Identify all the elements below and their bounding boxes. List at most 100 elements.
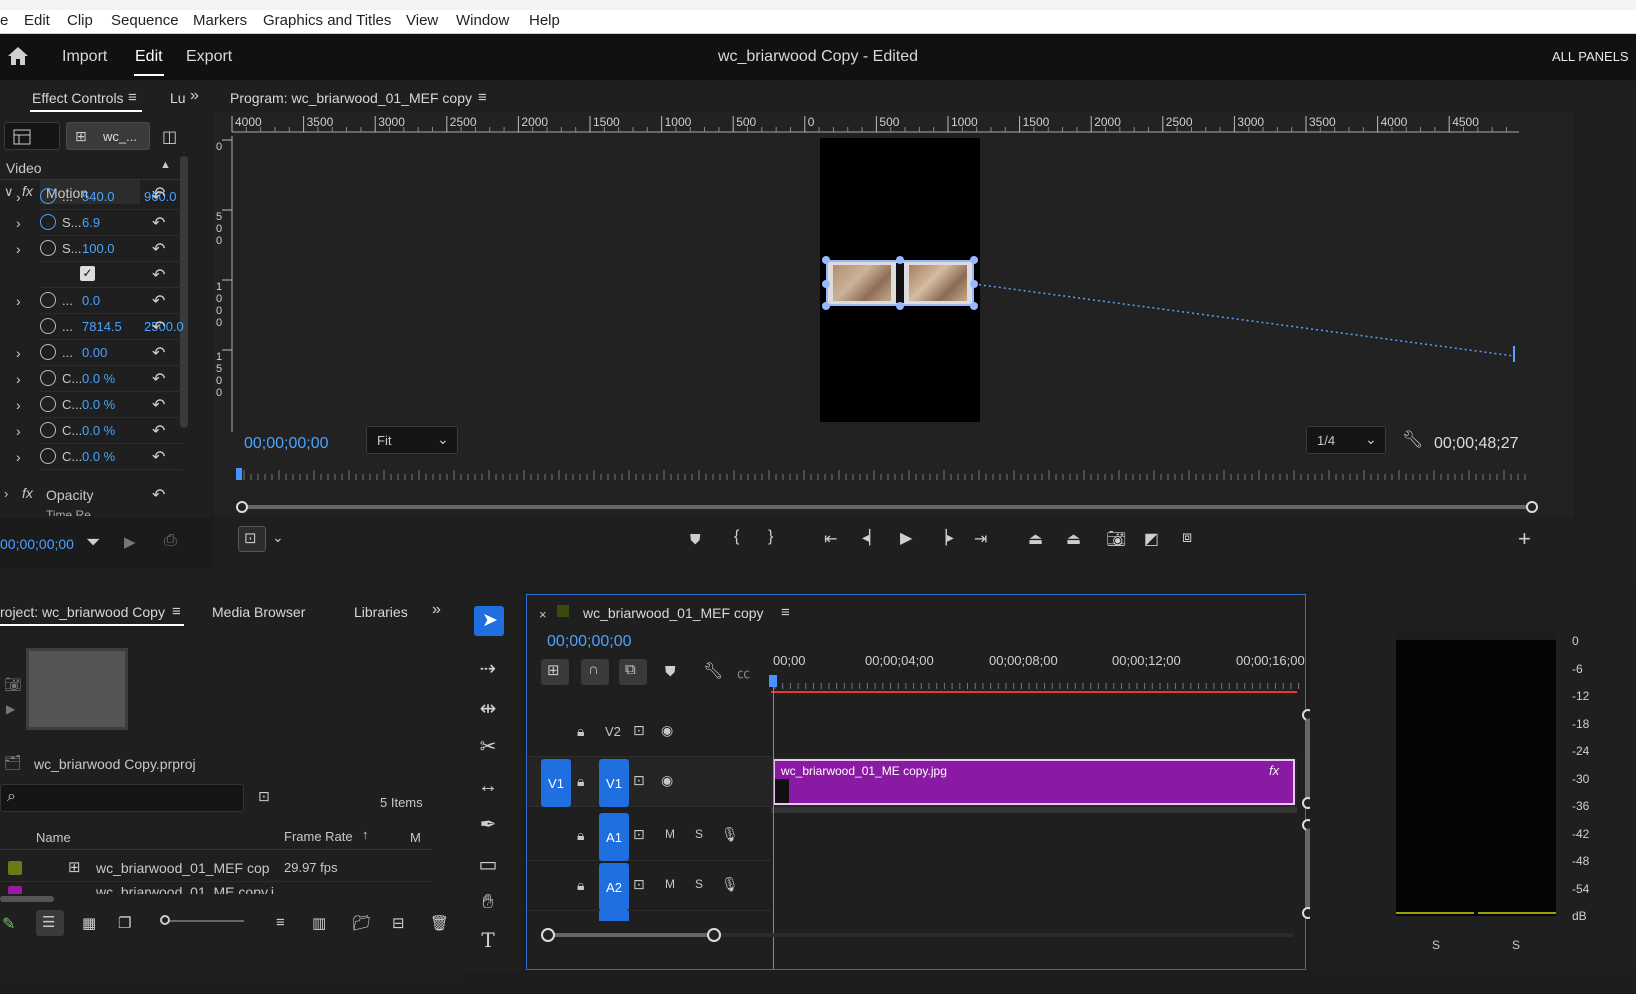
resolution-select[interactable]: 1/4 ⌄ [1306, 426, 1386, 454]
zoom-handle-right[interactable] [1526, 501, 1538, 513]
ec-timecode[interactable]: 00;00;00;00 [0, 536, 74, 552]
mark-in-icon[interactable]: { [734, 528, 739, 546]
thumbnail-preview[interactable] [26, 648, 128, 730]
property-value[interactable]: 0.0 % [82, 397, 115, 412]
zoom-scrollbar[interactable] [236, 501, 1538, 513]
track-target-a2[interactable]: A2 [599, 863, 629, 911]
camera-icon[interactable]: 📷︎ [1106, 529, 1126, 549]
reset-icon[interactable]: ↶ [152, 265, 165, 285]
stopwatch-icon[interactable] [40, 422, 56, 438]
selection-tool[interactable]: ➤ [474, 606, 504, 636]
solo-right-button[interactable]: S [1512, 938, 1520, 952]
type-tool-icon[interactable]: T [470, 924, 506, 956]
hand-icon[interactable]: ✋︎ [470, 886, 506, 918]
lock-icon[interactable]: 🔒︎ [577, 827, 584, 844]
linked-selection-toggle[interactable]: ⧉ [619, 659, 647, 685]
zoom-handle-left[interactable] [236, 501, 248, 513]
reset-icon[interactable]: ↶ [152, 187, 165, 207]
sync-lock-icon[interactable]: ⊡ [633, 826, 645, 843]
work-area-bar[interactable] [771, 691, 1297, 693]
stopwatch-icon[interactable] [40, 344, 56, 360]
reset-icon[interactable]: ↶ [152, 239, 165, 259]
sync-lock-icon[interactable]: ⊡ [633, 772, 645, 789]
reset-icon[interactable]: ↶ [152, 395, 165, 415]
slip-tool-icon[interactable]: ↔ [470, 770, 506, 802]
menu-view[interactable]: View [406, 12, 438, 29]
panel-menu-icon[interactable]: ≡ [478, 89, 487, 106]
menu-edit[interactable]: Edit [24, 12, 50, 29]
captions-icon[interactable]: ㏄ [737, 663, 750, 682]
nest-toggle[interactable]: ⊞ [541, 659, 569, 685]
extract-icon[interactable]: ⏏ [1066, 529, 1081, 549]
all-panels-button[interactable]: ALL PANELS [1552, 49, 1629, 64]
chevron-right-icon[interactable]: › [16, 371, 21, 387]
column-name[interactable]: Name [36, 830, 71, 845]
panel-menu-icon[interactable]: ≡ [128, 89, 137, 106]
pen-icon[interactable]: ✒ [470, 808, 506, 840]
filter-icon[interactable]: ⏷ [86, 532, 100, 553]
property-value[interactable]: 100.0 [82, 241, 115, 256]
track-select-icon[interactable]: ⇢ [470, 652, 506, 684]
lock-icon[interactable]: 🔒︎ [577, 723, 584, 740]
stopwatch-icon[interactable] [40, 292, 56, 308]
freeform-view-icon[interactable]: ❐ [118, 914, 131, 932]
menu-sequence[interactable]: Sequence [111, 12, 179, 29]
playhead-timecode[interactable]: 00;00;00;00 [244, 435, 329, 453]
list-item[interactable]: wc_briarwood_01_ME copy.j [0, 884, 432, 894]
new-bin-search-icon[interactable]: ⊡ [258, 788, 270, 805]
timeline-clip[interactable]: wc_briarwood_01_ME copy.jpg fx [773, 759, 1295, 805]
menu-help[interactable]: Help [529, 12, 560, 29]
panel-menu-icon[interactable]: ≡ [781, 604, 790, 621]
add-marker-icon[interactable]: ⛊ [665, 663, 676, 680]
export-icon[interactable]: ⎙ [164, 532, 177, 550]
column-media[interactable]: M [410, 830, 421, 845]
time-remap-row[interactable]: Time Re [0, 508, 180, 516]
stopwatch-icon[interactable] [40, 188, 56, 204]
opacity-row[interactable]: › fx Opacity ↶ [0, 482, 186, 508]
effect-property-row[interactable]: ›... 540.0 960.0 ↶ [0, 184, 186, 210]
lift-icon[interactable]: ⏏ [1028, 529, 1043, 549]
new-item-icon[interactable]: ⊟ [392, 914, 405, 932]
playhead-handle[interactable] [769, 675, 777, 687]
mark-out-icon[interactable]: } [768, 528, 773, 546]
property-value[interactable]: 540.0 [82, 189, 115, 204]
label-color-swatch[interactable] [8, 886, 22, 894]
effect-property-row[interactable]: › C... 0.0 % ↶ [0, 444, 186, 470]
fx-badge[interactable]: fx [1269, 763, 1279, 778]
program-canvas[interactable]: 4000 3500 3000 2500 2000 1500 1000 500 0 500 1000 1… [214, 112, 1574, 516]
clip-chip[interactable]: ⊞ wc_... [66, 122, 150, 150]
add-button-icon[interactable]: + [1518, 526, 1531, 552]
step-back-icon[interactable]: ◂▏ [862, 529, 880, 546]
chevron-right-icon[interactable]: › [16, 293, 21, 309]
automate-icon[interactable]: ▥ [312, 914, 326, 932]
tab-libraries[interactable]: Libraries [354, 604, 408, 620]
effect-property-row[interactable]: › S... 100.0 ↶ [0, 236, 186, 262]
chevron-right-icon[interactable]: › [16, 215, 21, 231]
reset-icon[interactable]: ↶ [152, 291, 165, 311]
tab-media-browser[interactable]: Media Browser [212, 604, 305, 620]
chevron-right-icon[interactable]: › [4, 486, 8, 501]
property-value[interactable]: 0.00 [82, 345, 107, 360]
mute-button[interactable]: M [665, 827, 675, 841]
overflow-tabs-icon[interactable]: » [432, 601, 441, 619]
chevron-right-icon[interactable]: › [16, 345, 21, 361]
effect-property-row[interactable]: ›... 0.00 ↶ [0, 340, 186, 366]
stopwatch-icon[interactable] [40, 240, 56, 256]
sort-icon[interactable]: ≡ [276, 914, 285, 931]
effect-property-row[interactable]: ›... 0.0 ↶ [0, 288, 186, 314]
eye-icon[interactable]: ◉ [661, 772, 673, 789]
add-marker-icon[interactable]: ⛊ [690, 531, 701, 548]
settings-button[interactable]: ⊡ [238, 526, 266, 552]
microphone-icon[interactable]: 🎙︎ [721, 876, 739, 893]
new-bin-icon[interactable]: 📁︎ [352, 914, 371, 932]
menu-window[interactable]: Window [456, 12, 509, 29]
menu-clip[interactable]: Clip [67, 12, 93, 29]
zoom-handle-right[interactable] [707, 928, 721, 942]
trash-icon[interactable]: 🗑︎ [430, 914, 449, 932]
rectangle-icon[interactable]: ▭ [470, 848, 506, 880]
chevron-down-icon[interactable]: ⌄ [272, 529, 284, 546]
eye-icon[interactable]: ◉ [661, 722, 673, 739]
solo-left-button[interactable]: S [1432, 938, 1440, 952]
track-target-v1[interactable]: V1 [599, 759, 629, 807]
reset-icon[interactable]: ↶ [152, 485, 165, 505]
